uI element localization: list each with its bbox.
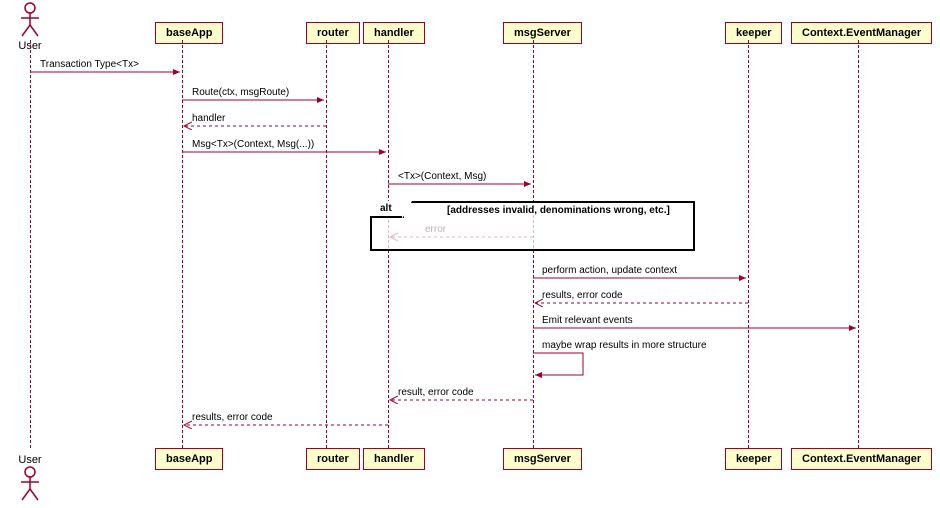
participant-handler-bottom: handler (363, 448, 425, 470)
msg-route: Route(ctx, msgRoute) (192, 87, 289, 98)
msg-transaction: Transaction Type<Tx> (40, 59, 139, 70)
participant-msgserver-bottom: msgServer (503, 448, 582, 470)
msg-handler-return: handler (192, 113, 225, 124)
person-icon (18, 2, 42, 38)
alt-condition: [addresses invalid, denominations wrong,… (447, 205, 670, 216)
arrows (0, 0, 940, 508)
participant-eventmanager-top: Context.EventManager (791, 22, 932, 44)
actor-label-bottom: User (18, 454, 42, 466)
lifeline-baseapp (182, 40, 183, 448)
msg-emit: Emit relevant events (542, 315, 633, 326)
msg-results1: results, error code (542, 290, 623, 301)
msg-msgtx: Msg<Tx>(Context, Msg(...)) (192, 139, 314, 150)
person-icon (18, 466, 42, 502)
msg-tx-context: <Tx>(Context, Msg) (398, 171, 486, 182)
participant-eventmanager-bottom: Context.EventManager (791, 448, 932, 470)
lifeline-eventmanager (858, 40, 859, 448)
alt-label: alt (370, 201, 404, 218)
msg-result: result, error code (398, 387, 474, 398)
msg-perform: perform action, update context (542, 265, 677, 276)
participant-baseapp-top: baseApp (155, 22, 223, 44)
participant-router-bottom: router (306, 448, 360, 470)
actor-user-bottom: User (18, 452, 42, 502)
participant-handler-top: handler (363, 22, 425, 44)
alt-fragment: alt [addresses invalid, denominations wr… (370, 201, 695, 251)
lifeline-user (30, 40, 31, 448)
participant-baseapp-bottom: baseApp (155, 448, 223, 470)
participant-keeper-bottom: keeper (725, 448, 782, 470)
participant-msgserver-top: msgServer (503, 22, 582, 44)
participant-keeper-top: keeper (725, 22, 782, 44)
lifeline-router (326, 40, 327, 448)
lifeline-keeper (748, 40, 749, 448)
msg-results2: results, error code (192, 412, 273, 423)
participant-router-top: router (306, 22, 360, 44)
msg-wrap: maybe wrap results in more structure (542, 340, 707, 351)
